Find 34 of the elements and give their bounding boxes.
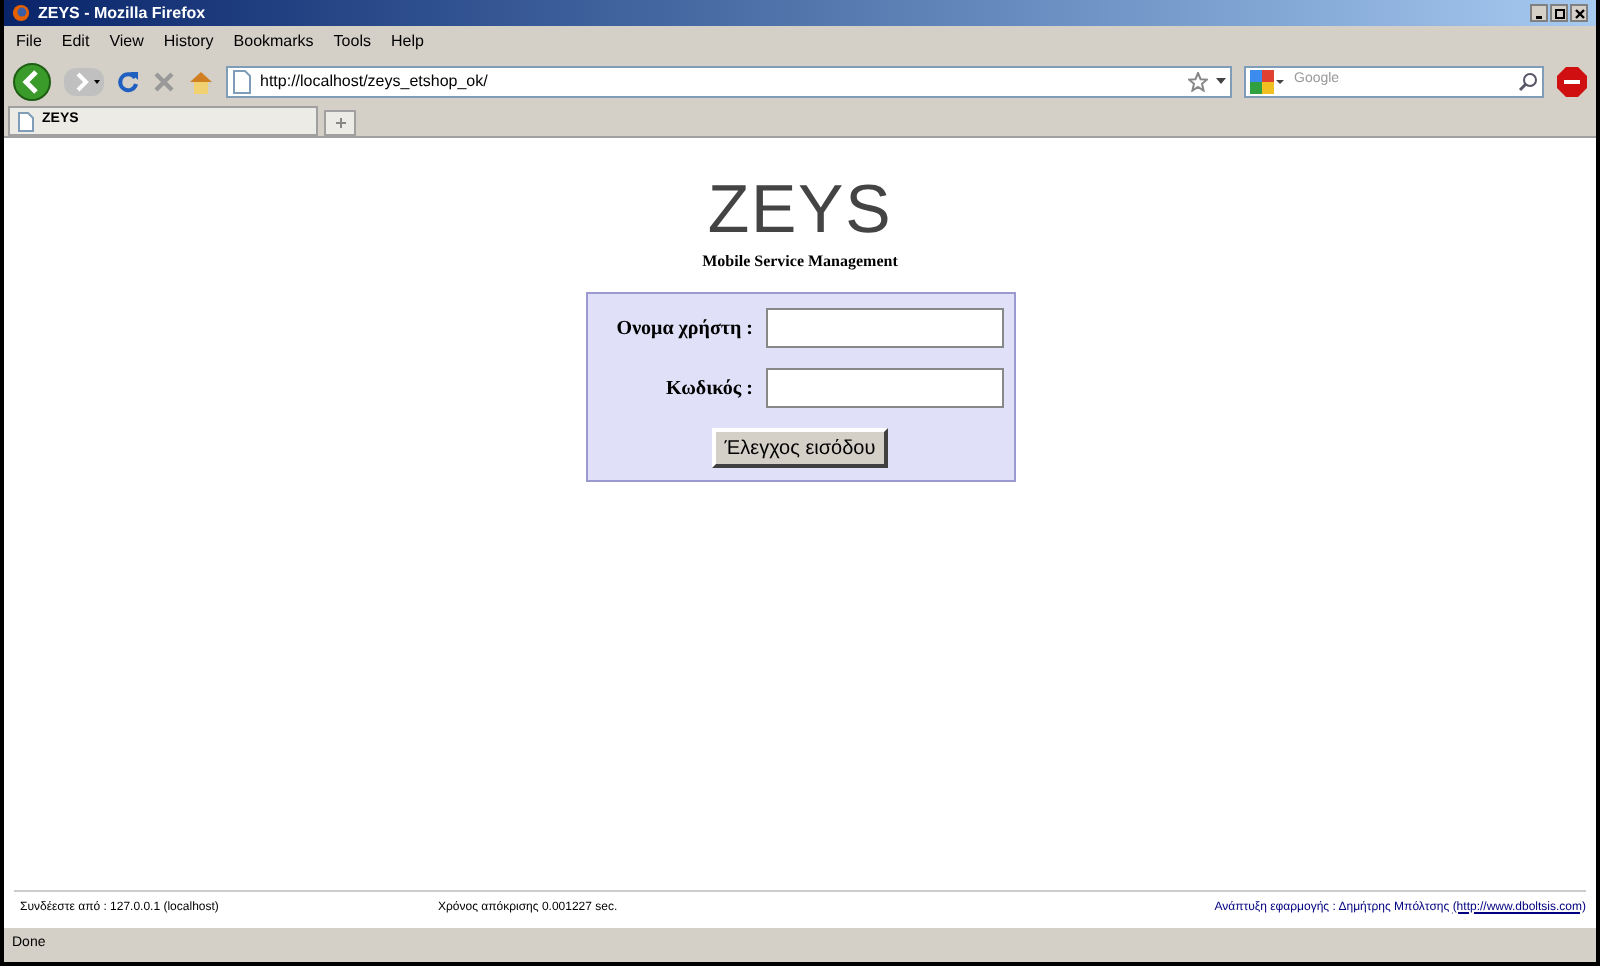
address-field[interactable]: http://localhost/zeys_etshop_ok/: [260, 69, 1180, 93]
new-tab-button[interactable]: [324, 110, 356, 136]
address-bar[interactable]: http://localhost/zeys_etshop_ok/: [226, 65, 1232, 97]
menu-item[interactable]: Tools: [333, 29, 371, 53]
text-field[interactable]: [765, 368, 1003, 408]
search-engine-icon[interactable]: [1250, 69, 1286, 93]
menu-item[interactable]: File: [16, 29, 42, 53]
window-title: ZEYS - Mozilla Firefox: [38, 1, 206, 25]
menu-item[interactable]: History: [163, 29, 214, 53]
restore-button[interactable]: [1550, 4, 1568, 22]
stop-sign-icon[interactable]: [1556, 65, 1588, 97]
plus-icon: [335, 118, 345, 128]
subtitle: Mobile Service Management: [702, 250, 898, 274]
restore-icon: [1553, 7, 1565, 19]
menu-item[interactable]: Help: [390, 29, 424, 53]
page-icon: [232, 69, 252, 93]
page-icon: [18, 111, 34, 131]
minimize-button[interactable]: [1530, 4, 1548, 22]
logo-text: ZEYS: [707, 174, 893, 246]
search-icon[interactable]: [1518, 71, 1538, 91]
menu-item[interactable]: View: [109, 29, 144, 53]
login-button[interactable]: Έλεγχος εισόδου: [712, 428, 888, 468]
menu-item[interactable]: Edit: [61, 29, 90, 53]
close-icon: [1573, 7, 1585, 19]
star-icon[interactable]: [1188, 71, 1208, 91]
field-label: Κωδικός :: [663, 375, 755, 403]
reload-icon[interactable]: [116, 69, 140, 93]
field-label: Ονομα χρήστη :: [614, 315, 755, 343]
menu-item[interactable]: Bookmarks: [233, 29, 314, 53]
text-field[interactable]: [765, 308, 1003, 348]
dropdown-icon[interactable]: [1216, 77, 1226, 85]
browser-logo-icon: [12, 4, 30, 22]
close-button[interactable]: [1570, 4, 1588, 22]
back-icon[interactable]: [12, 61, 52, 101]
